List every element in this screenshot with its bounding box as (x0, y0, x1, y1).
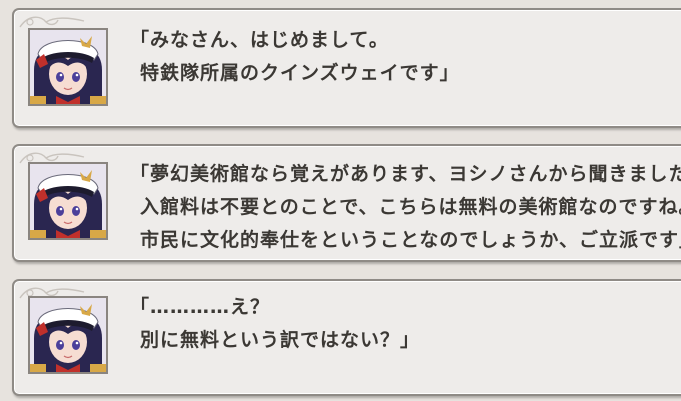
character-portrait-icon (30, 298, 106, 372)
character-portrait-icon (30, 30, 106, 104)
speaker-avatar (28, 28, 108, 106)
character-portrait-icon (30, 164, 106, 238)
message-log[interactable]: 「みなさん、はじめまして。 特鉄隊所属のクインズウェイです」 「夢幻美術館なら覚… (0, 0, 681, 401)
message-line: 「夢幻美術館なら覚えがあります、ヨシノさんから聞きました。 (130, 163, 681, 185)
message-panel: 「夢幻美術館なら覚えがあります、ヨシノさんから聞きました。 入館料は不要とのこと… (12, 144, 681, 262)
message-line: 「みなさん、はじめまして。 (130, 29, 389, 51)
message-line: 特鉄隊所属のクインズウェイです」 (140, 62, 460, 84)
message-text: 「夢幻美術館なら覚えがあります、ヨシノさんから聞きました。 入館料は不要とのこと… (130, 158, 681, 257)
message-line: 市民に文化的奉仕をということなのでしょうか、ご立派です」 (140, 229, 681, 251)
message-text: 「みなさん、はじめまして。 特鉄隊所属のクインズウェイです」 (130, 24, 460, 90)
message-text: 「…………え？ 別に無料という訳ではない？」 (130, 291, 420, 357)
speaker-avatar (28, 296, 108, 374)
message-line: 入館料は不要とのことで、こちらは無料の美術館なのですね。 (140, 196, 681, 218)
message-panel: 「…………え？ 別に無料という訳ではない？」 (12, 279, 681, 396)
message-line: 別に無料という訳ではない？」 (140, 329, 421, 351)
message-line: 「…………え？ (130, 296, 271, 318)
speaker-avatar (28, 162, 108, 240)
message-panel: 「みなさん、はじめまして。 特鉄隊所属のクインズウェイです」 (12, 8, 681, 128)
